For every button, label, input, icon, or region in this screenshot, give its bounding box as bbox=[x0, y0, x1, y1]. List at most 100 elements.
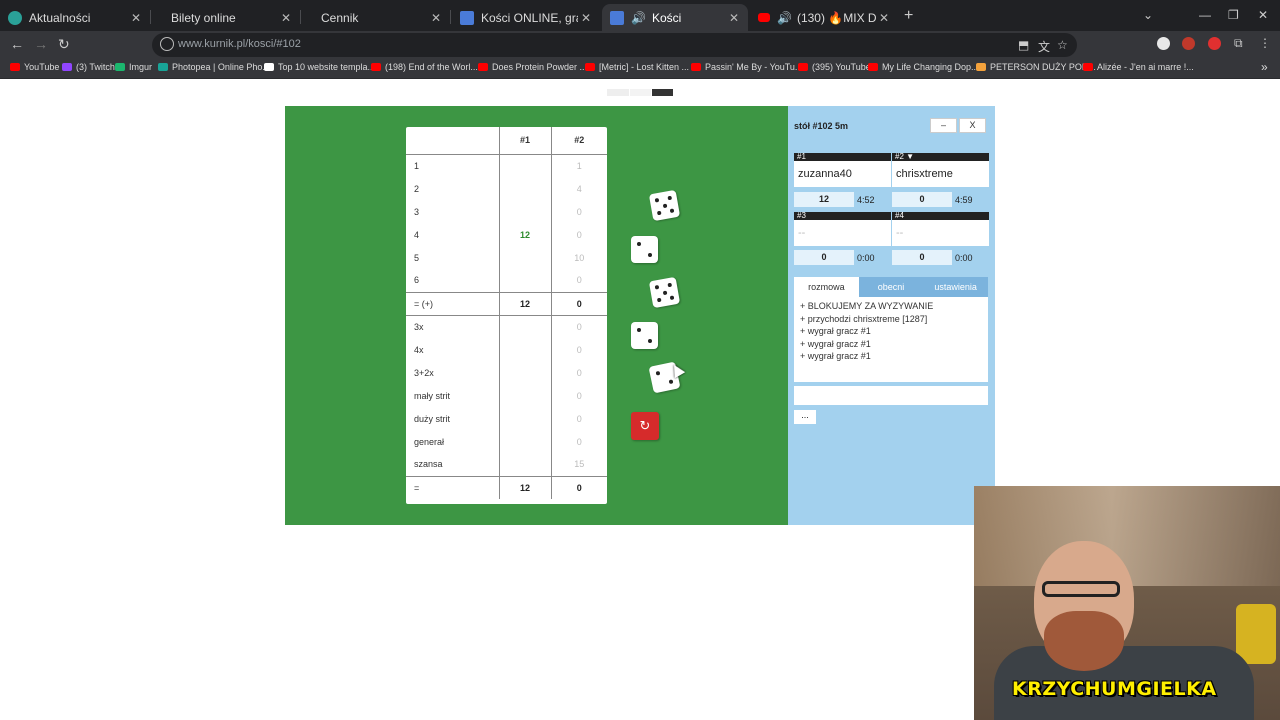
site-info-icon[interactable] bbox=[160, 37, 174, 51]
bookmark-item[interactable]: PETERSON DUŻY POR... bbox=[976, 62, 1096, 72]
tab-settings[interactable]: ustawienia bbox=[923, 277, 989, 297]
forward-arrow-icon[interactable]: → bbox=[34, 36, 48, 52]
die-4[interactable] bbox=[631, 322, 658, 349]
browser-tab[interactable]: Bilety online ✕ bbox=[152, 4, 300, 31]
player-slot-1[interactable]: #1 zuzanna40 bbox=[794, 153, 891, 187]
bookmark-item[interactable]: (395) YouTube bbox=[798, 62, 871, 72]
score-row[interactable]: 60 bbox=[406, 269, 607, 292]
browser-tab[interactable]: Kości ONLINE, gra w kości, zagr ✕ bbox=[452, 4, 600, 31]
player-2-score[interactable]: 0 bbox=[551, 223, 607, 246]
more-bookmarks-icon[interactable]: » bbox=[1261, 60, 1268, 74]
score-row[interactable]: 11 bbox=[406, 154, 607, 177]
player-2-score[interactable]: 4 bbox=[551, 177, 607, 200]
close-tab-icon[interactable]: ✕ bbox=[876, 11, 892, 25]
score-row[interactable]: 24 bbox=[406, 177, 607, 200]
player-2-score[interactable]: 0 bbox=[551, 475, 607, 499]
score-row[interactable]: = (+) 12 0 bbox=[406, 291, 607, 316]
player-2-score[interactable]: 0 bbox=[551, 430, 607, 453]
player-2-score[interactable]: 0 bbox=[551, 407, 607, 430]
translate-icon[interactable]: 文 bbox=[1038, 38, 1050, 55]
extensions-puzzle-icon[interactable]: ⧉ bbox=[1234, 36, 1243, 51]
browser-tab-active[interactable]: 🔊 Kości ✕ bbox=[602, 4, 748, 31]
restore-window-button[interactable]: ❐ bbox=[1228, 8, 1239, 22]
player-2-score[interactable]: 0 bbox=[551, 338, 607, 361]
page-dot[interactable] bbox=[607, 89, 629, 96]
player-1-score[interactable] bbox=[499, 177, 552, 200]
player-slot-2[interactable]: #2 ▼ chrisxtreme bbox=[892, 153, 989, 187]
browser-tab[interactable]: 🔊 (130) 🔥MIX DO PRZETRW ✕ bbox=[750, 4, 898, 31]
player-1-score[interactable] bbox=[499, 154, 552, 177]
die-2[interactable] bbox=[631, 236, 658, 263]
address-bar[interactable]: www.kurnik.pl/kosci/#102 ⬒ 文 ☆ bbox=[152, 33, 1077, 57]
extension-icon[interactable] bbox=[1157, 37, 1170, 50]
minimize-window-button[interactable]: — bbox=[1199, 8, 1211, 22]
score-row[interactable]: duży strit 0 bbox=[406, 407, 607, 430]
player-1-score[interactable] bbox=[499, 384, 552, 407]
close-tab-icon[interactable]: ✕ bbox=[278, 11, 294, 25]
player-2-score[interactable]: 0 bbox=[551, 269, 607, 292]
bookmark-item[interactable]: Alizée - J'en ai marre !... bbox=[1083, 62, 1194, 72]
player-2-score[interactable]: 0 bbox=[551, 200, 607, 223]
player-1-score[interactable] bbox=[499, 269, 552, 292]
bookmark-item[interactable]: Photopea | Online Pho... bbox=[158, 62, 270, 72]
player-1-score[interactable]: 12 bbox=[499, 291, 552, 316]
browser-tab[interactable]: Cennik ✕ bbox=[302, 4, 450, 31]
player-1-score[interactable]: 12 bbox=[499, 223, 552, 246]
player-1-score[interactable] bbox=[499, 430, 552, 453]
page-dot-active[interactable] bbox=[652, 89, 673, 96]
player-1-score[interactable] bbox=[499, 338, 552, 361]
chat-input[interactable] bbox=[794, 386, 988, 405]
bookmark-item[interactable]: YouTube bbox=[10, 62, 59, 72]
extension-icon[interactable] bbox=[1208, 37, 1221, 50]
tab-chat[interactable]: rozmowa bbox=[794, 277, 859, 297]
player-2-score[interactable]: 10 bbox=[551, 246, 607, 269]
roll-button[interactable]: ↻ bbox=[631, 412, 659, 440]
score-row[interactable]: 5 10 bbox=[406, 246, 607, 269]
player-2-score[interactable]: 0 bbox=[551, 384, 607, 407]
player-1-score[interactable] bbox=[499, 200, 552, 223]
player-1-score[interactable] bbox=[499, 315, 552, 338]
player-1-score[interactable]: 12 bbox=[499, 475, 552, 499]
die-3[interactable] bbox=[648, 276, 681, 309]
reload-icon[interactable]: ↻ bbox=[58, 36, 70, 53]
player-2-score[interactable]: 15 bbox=[551, 453, 607, 476]
score-row[interactable]: szansa 15 bbox=[406, 453, 607, 476]
score-row[interactable]: 4x 0 bbox=[406, 338, 607, 361]
tab-search-icon[interactable]: ⌄ bbox=[1143, 8, 1153, 22]
page-dot[interactable] bbox=[630, 89, 651, 96]
bookmark-item[interactable]: Imgur bbox=[115, 62, 152, 72]
score-row[interactable]: 4 12 0 bbox=[406, 223, 607, 246]
bookmark-item[interactable]: Passin' Me By - YouTu... bbox=[691, 62, 802, 72]
extension-icon[interactable] bbox=[1182, 37, 1195, 50]
bookmark-item[interactable]: (3) Twitch bbox=[62, 62, 115, 72]
more-options-button[interactable]: ... bbox=[794, 410, 816, 424]
back-arrow-icon[interactable]: ← bbox=[10, 36, 24, 52]
die-1[interactable] bbox=[648, 189, 681, 222]
player-2-score[interactable]: 1 bbox=[551, 154, 607, 177]
close-tab-icon[interactable]: ✕ bbox=[726, 11, 742, 25]
player-1-score[interactable] bbox=[499, 246, 552, 269]
player-slot-4[interactable]: #4 -- bbox=[892, 212, 989, 246]
player-2-score[interactable]: 0 bbox=[551, 361, 607, 384]
player-slot-3[interactable]: #3 -- bbox=[794, 212, 891, 246]
player-2-score[interactable]: 0 bbox=[551, 291, 607, 316]
score-row[interactable]: = 12 0 bbox=[406, 475, 607, 499]
close-tab-icon[interactable]: ✕ bbox=[578, 11, 594, 25]
bookmark-item[interactable]: My Life Changing Dop... bbox=[868, 62, 979, 72]
close-window-button[interactable]: ✕ bbox=[1258, 8, 1268, 22]
bookmark-star-icon[interactable]: ☆ bbox=[1057, 38, 1068, 52]
player-1-score[interactable] bbox=[499, 361, 552, 384]
close-panel-button[interactable]: X bbox=[959, 118, 986, 133]
bookmark-item[interactable]: [Metric] - Lost Kitten ... bbox=[585, 62, 689, 72]
player-1-score[interactable] bbox=[499, 453, 552, 476]
player-1-score[interactable] bbox=[499, 407, 552, 430]
score-row[interactable]: mały strit 0 bbox=[406, 384, 607, 407]
bookmark-item[interactable]: Does Protein Powder ... bbox=[478, 62, 587, 72]
chrome-menu-icon[interactable]: ⋮ bbox=[1259, 36, 1271, 50]
score-row[interactable]: 3+2x 0 bbox=[406, 361, 607, 384]
new-tab-button[interactable]: + bbox=[904, 7, 913, 25]
install-app-icon[interactable]: ⬒ bbox=[1018, 38, 1029, 52]
close-tab-icon[interactable]: ✕ bbox=[128, 11, 144, 25]
score-row[interactable]: 30 bbox=[406, 200, 607, 223]
close-tab-icon[interactable]: ✕ bbox=[428, 11, 444, 25]
